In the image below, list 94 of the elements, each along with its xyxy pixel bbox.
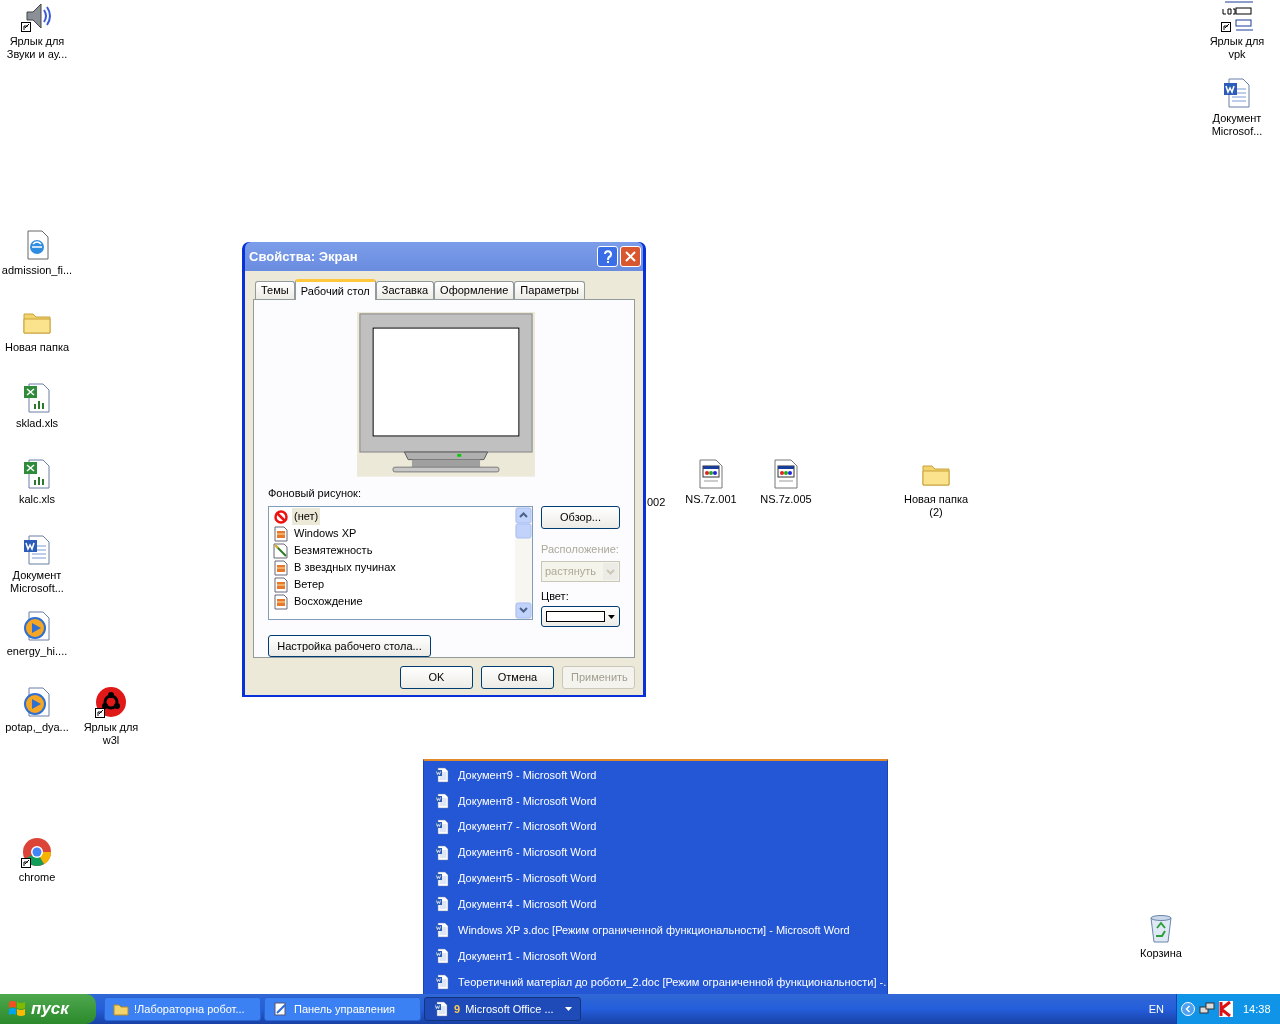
chevron-left-icon[interactable]	[1181, 1002, 1195, 1016]
color-swatch	[546, 611, 606, 623]
icon-label: Ярлык для Звуки и ау...	[6, 35, 68, 61]
antivirus-icon[interactable]	[1219, 1001, 1233, 1017]
shortcut-arrow-icon	[1221, 22, 1231, 32]
word-document-icon	[434, 948, 450, 965]
icon-label: NS.7z.001	[685, 493, 737, 506]
spreadsheet-icon	[21, 458, 53, 490]
biohazard-icon	[95, 686, 127, 718]
media-file-icon	[21, 610, 53, 642]
clock: 14:38	[1243, 1001, 1271, 1017]
shortcut-arrow-icon	[21, 858, 31, 868]
language-indicator[interactable]: EN	[1148, 1000, 1164, 1018]
icon-label: chrome	[18, 871, 56, 884]
menu-item[interactable]: Документ9 - Microsoft Word	[424, 762, 887, 788]
windows-logo-icon	[8, 1000, 26, 1018]
list-item[interactable]: Ветер	[273, 576, 515, 594]
menu-item[interactable]: Документ7 - Microsoft Word	[424, 813, 887, 840]
window-title: Свойства: Экран	[249, 247, 358, 266]
dialog-button[interactable]: OK	[400, 666, 473, 689]
start-button[interactable]: пуск	[0, 994, 96, 1024]
icon-label: Ярлык для vpk	[1209, 35, 1265, 61]
word-document-icon	[434, 844, 450, 861]
dropdown-arrow-icon	[608, 614, 615, 619]
help-button[interactable]	[597, 246, 618, 267]
image-file-icon	[274, 593, 288, 610]
menu-item[interactable]: Документ8 - Microsoft Word	[424, 787, 887, 814]
list-item[interactable]: Восхождение	[273, 593, 515, 611]
tab[interactable]: Темы	[255, 281, 295, 299]
word-document-icon	[434, 792, 450, 809]
menu-item[interactable]: Документ1 - Microsoft Word	[424, 943, 887, 970]
dialog-button[interactable]: Отмена	[481, 666, 554, 689]
icon-label: admission_fi...	[1, 264, 73, 277]
word-document-icon	[434, 896, 450, 913]
taskbar-button[interactable]: Панель управления	[264, 997, 421, 1021]
icon-label: Ярлык для w3l	[83, 721, 139, 747]
icon-label: Новая папка (2)	[903, 493, 969, 519]
chrome-icon	[21, 836, 53, 868]
icon-label: potap,_dya...	[5, 721, 69, 734]
word-document-icon	[434, 818, 450, 835]
word-document-icon	[433, 1001, 449, 1017]
tab[interactable]: Параметры	[514, 281, 585, 299]
word-document-icon	[1221, 77, 1253, 109]
menu-item[interactable]: Документ6 - Microsoft Word	[424, 839, 887, 866]
paint-file-icon	[273, 542, 289, 559]
icon-label: Документ Microsof...	[1211, 112, 1263, 138]
icon-label: 002	[647, 496, 666, 508]
icon-label: Документ Microsoft...	[10, 569, 64, 595]
word-document-icon	[434, 870, 450, 887]
list-item[interactable]: (нет)	[273, 508, 515, 526]
menu-item[interactable]: Документ5 - Microsoft Word	[424, 865, 887, 892]
tab[interactable]: Оформление	[434, 281, 515, 299]
menu-item[interactable]: Теоретичний матеріал до роботи_2.doc [Режим ограниченной функциональности] -.	[424, 969, 887, 995]
color-picker[interactable]	[541, 606, 620, 628]
icon-label: NS.7z.005	[760, 493, 812, 506]
field-label: Фоновый рисунок:	[268, 485, 362, 501]
menu-item[interactable]: Документ4 - Microsoft Word	[424, 891, 887, 918]
list-item[interactable]: Безмятежность	[273, 542, 515, 560]
image-file-icon	[274, 525, 288, 542]
icon-label: Новая папка	[4, 341, 70, 354]
image-file-icon	[274, 576, 288, 593]
close-icon	[625, 251, 636, 262]
image-file-icon	[274, 559, 288, 576]
list-item[interactable]: В звездных пучинах	[273, 559, 515, 577]
media-file-icon	[21, 686, 53, 718]
word-document-icon	[434, 766, 450, 783]
icon-label: kalc.xls	[18, 493, 56, 506]
close-button[interactable]	[620, 246, 641, 267]
field-label: Расположение:	[541, 542, 620, 558]
word-document-icon	[434, 922, 450, 939]
prohibited-icon	[274, 509, 288, 524]
diagram-icon	[1221, 0, 1253, 32]
icon-label: sklad.xls	[15, 417, 59, 430]
shortcut-arrow-icon	[21, 22, 31, 32]
dropdown-arrow-icon	[565, 1007, 572, 1011]
shortcut-arrow-icon	[95, 708, 105, 718]
icon-label: Корзина	[1140, 947, 1182, 960]
question-mark-icon	[602, 250, 613, 263]
spreadsheet-icon	[21, 382, 53, 414]
tab[interactable]: Рабочий стол	[294, 279, 376, 300]
word-document-icon	[434, 974, 450, 991]
field-label: Цвет:	[541, 588, 570, 604]
word-document-icon	[21, 534, 53, 566]
menu-item[interactable]: Windows XP з.doc [Режим ограниченной функциональности] - Microsoft Word	[424, 917, 887, 944]
taskbar-button[interactable]: !Лабораторна робот...	[104, 997, 261, 1021]
browse-button[interactable]: Обзор...	[541, 506, 620, 530]
control-panel-icon	[273, 1001, 289, 1017]
tab[interactable]: Заставка	[375, 281, 435, 299]
network-icon[interactable]	[1199, 1001, 1215, 1017]
taskbar-button[interactable]: 9 Microsoft Office ...	[424, 997, 581, 1021]
folder-icon	[113, 1001, 129, 1017]
list-item[interactable]: Windows XP	[273, 525, 515, 543]
customize-desktop-button[interactable]: Настройка рабочего стола...	[268, 635, 431, 657]
icon-label: energy_hi....	[6, 645, 68, 658]
